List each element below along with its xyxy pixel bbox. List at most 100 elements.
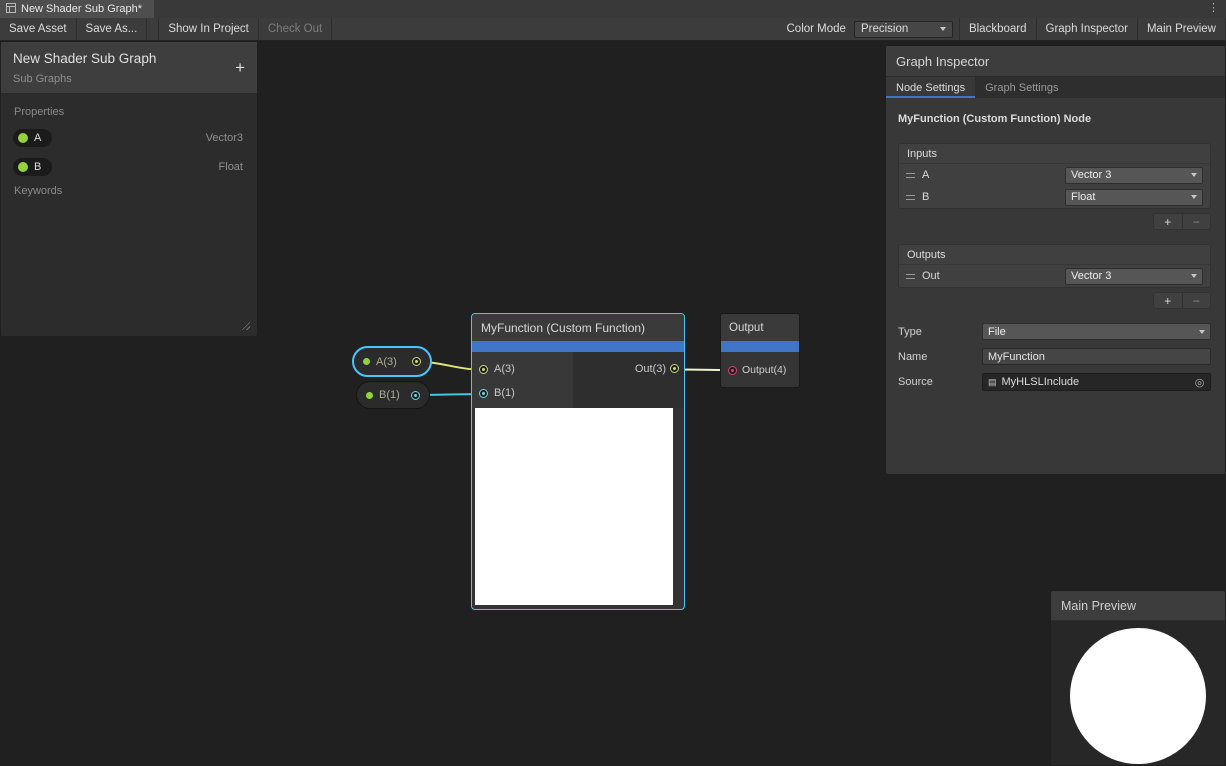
name-field-row: Name MyFunction [898, 348, 1211, 365]
property-color-dot [18, 162, 28, 172]
remove-output-button[interactable]: − [1182, 293, 1211, 308]
dropdown-arrow-icon [1191, 274, 1197, 278]
tab-title: New Shader Sub Graph* [21, 3, 142, 15]
shader-graph-window: New Shader Sub Graph* ⋮ Save Asset Save … [0, 0, 1226, 766]
input-port-icon[interactable] [728, 366, 737, 375]
graph-inspector-toggle-button[interactable]: Graph Inspector [1036, 18, 1137, 40]
graph-toolbar: Save Asset Save As... Show In Project Ch… [0, 18, 1226, 41]
property-chip[interactable]: B [13, 158, 52, 176]
drag-handle-icon[interactable] [906, 195, 915, 200]
object-picker-icon[interactable]: ◎ [1192, 376, 1207, 389]
graph-asset-icon [6, 3, 16, 16]
output-port-row: Out(3) [573, 357, 684, 381]
input-port-icon[interactable] [479, 389, 488, 398]
function-name-input[interactable]: MyFunction [982, 348, 1211, 365]
property-color-dot [366, 392, 373, 399]
input-row[interactable]: B Float [899, 186, 1210, 208]
color-mode-dropdown[interactable]: Precision [854, 21, 953, 38]
main-preview-toggle-button[interactable]: Main Preview [1137, 18, 1226, 40]
main-preview-body[interactable] [1051, 621, 1225, 766]
output-name: Out [922, 270, 1058, 282]
output-port-icon[interactable] [670, 364, 679, 373]
input-port-label: A(3) [494, 363, 515, 375]
show-in-project-button[interactable]: Show In Project [158, 18, 259, 40]
properties-section-label: Properties [1, 102, 257, 123]
input-port-row: B(1) [472, 381, 573, 405]
property-row[interactable]: B Float [1, 152, 257, 181]
output-type-dropdown[interactable]: Vector 3 [1065, 268, 1203, 285]
property-chip[interactable]: A [13, 129, 52, 147]
remove-input-button[interactable]: − [1182, 214, 1211, 229]
blackboard-panel: New Shader Sub Graph Sub Graphs + Proper… [0, 41, 258, 337]
input-name: A [922, 169, 1058, 181]
input-type-value: Vector 3 [1071, 169, 1111, 181]
output-type-value: Vector 3 [1071, 270, 1111, 282]
tab-overflow-menu-icon[interactable]: ⋮ [1208, 0, 1226, 18]
window-tab-bar: New Shader Sub Graph* ⋮ [0, 0, 1226, 18]
input-row[interactable]: A Vector 3 [899, 164, 1210, 186]
property-node-b[interactable]: B(1) [356, 381, 430, 409]
graph-inspector-panel: Graph Inspector Node Settings Graph Sett… [885, 45, 1226, 475]
main-preview-header[interactable]: Main Preview [1051, 591, 1225, 621]
node-port-area: A(3) B(1) Out(3) [472, 352, 684, 408]
blackboard-toggle-button[interactable]: Blackboard [959, 18, 1036, 40]
dropdown-arrow-icon [1191, 173, 1197, 177]
input-type-value: Float [1071, 191, 1095, 203]
blackboard-header[interactable]: New Shader Sub Graph Sub Graphs + [1, 42, 257, 94]
color-mode-dropdown-value: Precision [861, 23, 908, 35]
save-asset-button[interactable]: Save Asset [0, 18, 77, 40]
outputs-add-remove-toolbar: + − [1153, 292, 1211, 309]
output-row[interactable]: Out Vector 3 [899, 265, 1210, 287]
property-name: B [34, 161, 41, 173]
drag-handle-icon[interactable] [906, 173, 915, 178]
main-preview-panel: Main Preview [1050, 590, 1226, 766]
property-row[interactable]: A Vector3 [1, 123, 257, 152]
tab-node-settings[interactable]: Node Settings [886, 77, 975, 98]
blackboard-title: New Shader Sub Graph [13, 51, 245, 66]
source-field-row: Source ▤ MyHLSLInclude ◎ [898, 373, 1211, 391]
output-port-icon[interactable] [412, 357, 421, 366]
outputs-list-title: Outputs [899, 245, 1210, 265]
input-port-row: A(3) [472, 357, 573, 381]
inputs-add-remove-toolbar: + − [1153, 213, 1211, 230]
node-preview-area [475, 408, 673, 605]
document-tab[interactable]: New Shader Sub Graph* [0, 0, 154, 18]
input-name: B [922, 191, 1058, 203]
input-port-icon[interactable] [479, 365, 488, 374]
output-port-icon[interactable] [411, 391, 420, 400]
node-title-bar[interactable]: Output [721, 314, 799, 341]
type-dropdown[interactable]: File [982, 323, 1211, 340]
input-type-dropdown[interactable]: Vector 3 [1065, 167, 1203, 184]
add-output-button[interactable]: + [1154, 293, 1182, 308]
graph-inspector-header[interactable]: Graph Inspector [886, 46, 1225, 77]
node-settings-heading: MyFunction (Custom Function) Node [898, 113, 1211, 125]
property-node-label: B(1) [379, 389, 400, 401]
add-input-button[interactable]: + [1154, 214, 1182, 229]
source-value: MyHLSLInclude [1002, 376, 1080, 388]
drag-handle-icon[interactable] [906, 274, 915, 279]
function-name-value: MyFunction [988, 351, 1045, 363]
custom-function-node[interactable]: MyFunction (Custom Function) A(3) B(1) [471, 313, 685, 610]
blackboard-body: Properties A Vector3 B Float Keywords [1, 94, 257, 202]
inputs-list: Inputs A Vector 3 B Float [898, 143, 1211, 209]
input-type-dropdown[interactable]: Float [1065, 189, 1203, 206]
node-port-area: Output(4) [721, 352, 799, 388]
graph-canvas[interactable]: A(3) B(1) MyFunction (Custom Function) A… [0, 41, 1226, 766]
save-as-button[interactable]: Save As... [77, 18, 148, 40]
output-port-label: Out(3) [635, 363, 666, 375]
node-title: MyFunction (Custom Function) [481, 321, 645, 335]
node-title-bar[interactable]: MyFunction (Custom Function) [472, 314, 684, 341]
resize-handle[interactable] [240, 320, 250, 330]
dropdown-arrow-icon [1191, 195, 1197, 199]
type-field-row: Type File [898, 323, 1211, 340]
blackboard-subtitle: Sub Graphs [13, 73, 245, 85]
tab-graph-settings[interactable]: Graph Settings [975, 77, 1068, 98]
source-object-field[interactable]: ▤ MyHLSLInclude ◎ [982, 373, 1211, 391]
check-out-button: Check Out [259, 18, 332, 40]
property-name: A [34, 132, 41, 144]
add-property-button[interactable]: + [235, 59, 245, 76]
output-node[interactable]: Output Output(4) [720, 313, 800, 388]
keywords-section-label: Keywords [1, 181, 257, 202]
property-node-a[interactable]: A(3) [352, 346, 432, 377]
inspector-tab-bar: Node Settings Graph Settings [886, 77, 1225, 98]
